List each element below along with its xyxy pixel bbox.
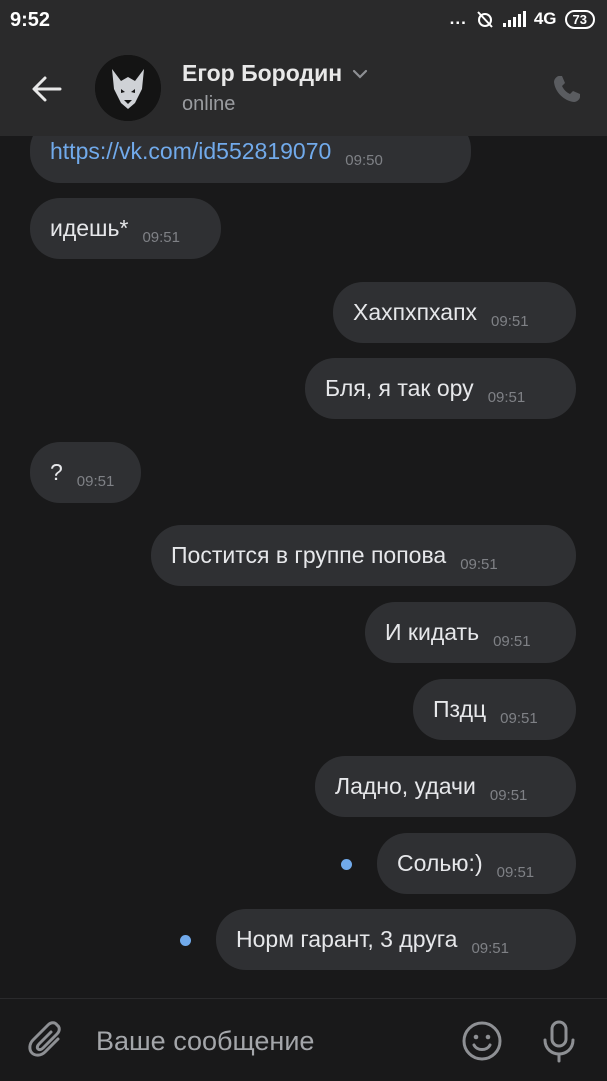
signal-icon (502, 11, 526, 27)
message-bubble[interactable]: Солью:) 09:51 (377, 833, 576, 894)
message-text: идешь* (50, 215, 129, 241)
alarm-off-icon (477, 11, 493, 28)
message-time: 09:51 (500, 710, 538, 727)
message-bubble[interactable]: Пздц 09:51 (413, 679, 576, 740)
contact-status: online (182, 93, 236, 115)
emoji-icon[interactable] (461, 1020, 503, 1062)
microphone-icon[interactable] (540, 1019, 578, 1063)
message-time: 09:51 (496, 864, 535, 881)
message-time: 09:51 (489, 787, 528, 804)
composer-bar: Ваше сообщение (0, 998, 607, 1081)
wolf-logo-icon (95, 55, 161, 121)
unread-indicator (341, 859, 352, 870)
message-time: 09:51 (142, 229, 180, 246)
chat-header: Егор Бородин online (0, 42, 607, 136)
message-time: 09:51 (460, 556, 498, 573)
message-bubble[interactable]: Бля, я так ору 09:51 (305, 358, 576, 419)
battery-icon: 73 (564, 9, 595, 29)
message-text: Хахпхпхапх (353, 299, 478, 325)
message-bubble[interactable]: ? 09:51 (30, 442, 141, 503)
message-bubble[interactable]: Постится в группе попова 09:51 (151, 525, 576, 586)
message-input[interactable]: Ваше сообщение (96, 1026, 314, 1057)
message-time: 09:50 (345, 151, 383, 169)
message-list[interactable]: https://vk.com/id552819070 09:50 идешь* … (0, 136, 607, 998)
message-bubble[interactable]: Норм гарант, 3 друга 09:51 (216, 909, 576, 970)
contact-name-row[interactable]: Егор Бородин (182, 60, 368, 87)
message-text: ? (50, 459, 63, 485)
status-time: 9:52 (10, 9, 51, 31)
message-bubble[interactable]: идешь* 09:51 (30, 198, 221, 259)
status-icons: ... 4G 73 (450, 9, 595, 29)
message-time: 09:51 (76, 473, 115, 490)
message-bubble[interactable]: Хахпхпхапх 09:51 (333, 282, 576, 343)
back-arrow-icon[interactable] (30, 72, 64, 106)
contact-name[interactable]: Егор Бородин (182, 60, 342, 87)
phone-icon[interactable] (551, 73, 583, 105)
contact-avatar[interactable] (95, 55, 161, 121)
message-time: 09:51 (491, 313, 529, 330)
message-text: Ладно, удачи (335, 773, 476, 799)
message-bubble[interactable]: И кидать 09:51 (365, 602, 576, 663)
message-text: Солью:) (397, 850, 483, 876)
message-bubble[interactable]: Ладно, удачи 09:51 (315, 756, 576, 817)
message-time: 09:51 (487, 389, 526, 406)
message-text: Постится в группе попова (171, 542, 447, 568)
message-text: Бля, я так ору (325, 375, 474, 401)
message-text[interactable]: https://vk.com/id552819070 (50, 138, 331, 165)
message-time: 09:51 (471, 940, 509, 957)
network-type: 4G (533, 9, 557, 28)
message-text: Норм гарант, 3 друга (236, 926, 458, 952)
message-text: Пздц (433, 696, 487, 722)
status-bar: 9:52 ... 4G 73 (0, 0, 607, 42)
chevron-down-icon[interactable] (352, 69, 368, 79)
message-text: И кидать (385, 619, 480, 645)
message-bubble[interactable]: https://vk.com/id552819070 09:50 (30, 136, 471, 183)
notification-dots: ... (449, 9, 467, 28)
unread-indicator (180, 935, 191, 946)
message-time: 09:51 (493, 633, 531, 650)
paperclip-icon[interactable] (28, 1021, 66, 1061)
